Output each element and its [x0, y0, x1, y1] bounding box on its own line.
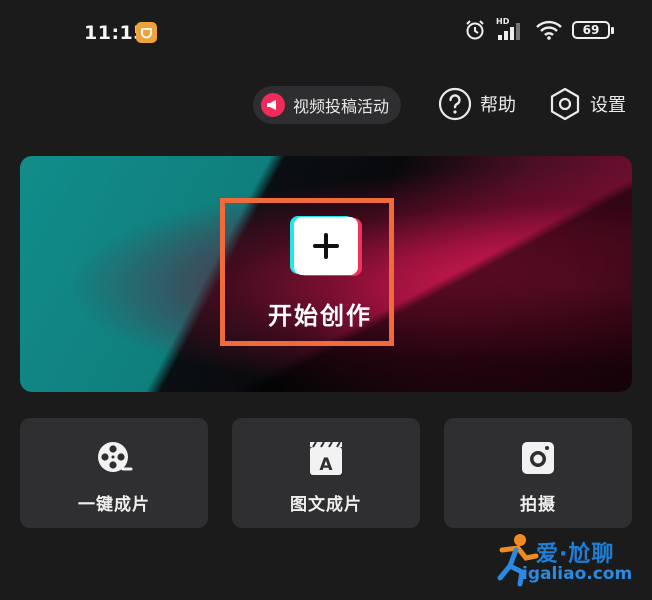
card-label: 图文成片	[290, 495, 362, 515]
start-creation-banner[interactable]: 开始创作	[20, 156, 632, 392]
text-clapper-icon: A	[306, 438, 346, 478]
alarm-icon	[466, 20, 484, 40]
help-label: 帮助	[480, 95, 516, 116]
settings-icon	[550, 87, 580, 121]
highlight-frame	[220, 198, 394, 346]
settings-label: 设置	[590, 95, 626, 116]
watermark-url: igaliao.com	[522, 564, 633, 584]
text-image-video-card[interactable]: A 图文成片	[232, 418, 420, 528]
camera-icon	[518, 438, 558, 478]
status-icons: HD 69	[464, 17, 614, 41]
wifi-icon	[536, 20, 562, 40]
cellular-signal-icon: HD	[496, 17, 526, 41]
battery-level: 69	[582, 23, 600, 37]
app-notification-icon	[136, 22, 157, 43]
help-icon	[438, 87, 472, 121]
promo-label: 视频投稿活动	[293, 97, 390, 116]
svg-text:A: A	[319, 455, 333, 475]
card-label: 拍摄	[520, 495, 556, 515]
help-button[interactable]: 帮助	[438, 87, 516, 121]
promo-activity-button[interactable]: 视频投稿活动	[253, 86, 402, 124]
megaphone-icon	[261, 93, 285, 117]
card-label: 一键成片	[78, 495, 150, 515]
film-reel-icon	[94, 438, 134, 478]
site-watermark: 爱·尬聊 igaliao.com	[492, 532, 642, 592]
settings-button[interactable]: 设置	[548, 87, 626, 121]
one-click-video-card[interactable]: 一键成片	[20, 418, 208, 528]
battery-icon: 69	[572, 21, 614, 39]
shoot-card[interactable]: 拍摄	[444, 418, 632, 528]
